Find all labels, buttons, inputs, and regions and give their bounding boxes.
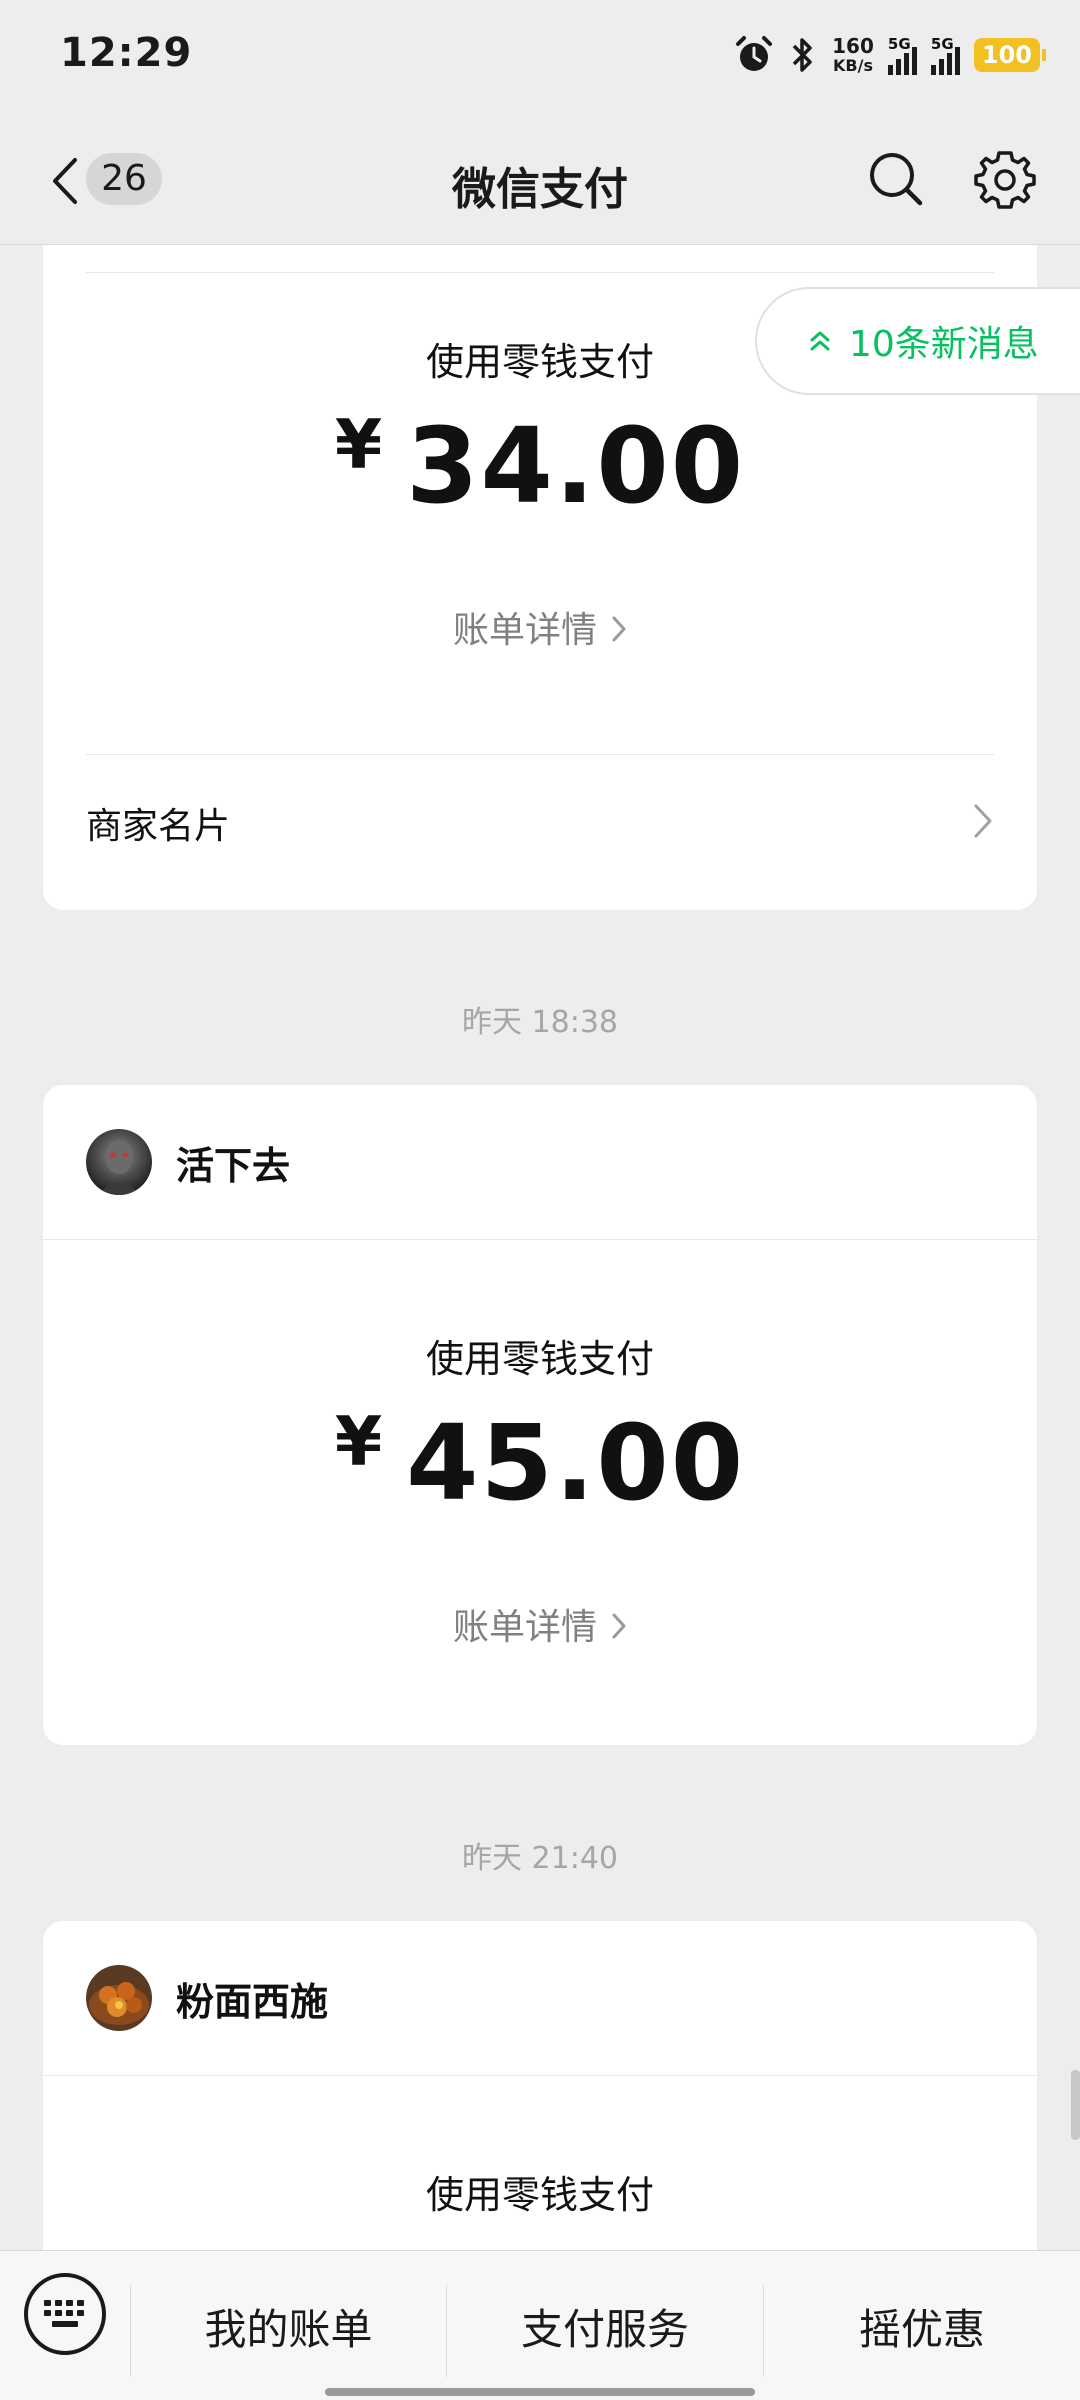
message-timestamp: 昨天 18:38 bbox=[462, 1005, 618, 1040]
merchant-header[interactable]: 活下去 bbox=[43, 1085, 1037, 1240]
settings-button[interactable] bbox=[974, 149, 1036, 211]
new-messages-label: 10条新消息 bbox=[849, 324, 1039, 365]
bill-detail-label: 账单详情 bbox=[452, 1607, 597, 1648]
battery-indicator: 100 bbox=[973, 38, 1047, 72]
status-bar: 12:29 160 KB/s 5G 5G 100 bbox=[0, 0, 1080, 115]
menu-shake-discounts[interactable]: 摇优惠 bbox=[764, 2251, 1080, 2400]
keyboard-icon bbox=[44, 2300, 84, 2327]
keyboard-toggle-button[interactable] bbox=[24, 2273, 106, 2355]
scrollbar-thumb[interactable] bbox=[1071, 2070, 1080, 2140]
status-time: 12:29 bbox=[60, 30, 193, 76]
message-timestamp: 昨天 21:40 bbox=[462, 1841, 618, 1876]
gear-icon bbox=[974, 151, 1036, 209]
bill-detail-link[interactable]: 账单详情 bbox=[43, 601, 1037, 653]
menu-payment-services[interactable]: 支付服务 bbox=[447, 2251, 763, 2400]
alarm-icon bbox=[734, 35, 774, 75]
payment-amount: ¥45.00 bbox=[43, 1402, 1037, 1524]
merchant-card-row[interactable]: 商家名片 bbox=[86, 754, 994, 890]
search-button[interactable] bbox=[866, 149, 926, 209]
sim2-label: 5G bbox=[930, 35, 954, 53]
bill-detail-label: 账单详情 bbox=[452, 610, 597, 651]
bill-detail-link[interactable]: 账单详情 bbox=[43, 1598, 1037, 1650]
payment-card[interactable]: 粉面西施 使用零钱支付 bbox=[43, 1921, 1037, 2250]
currency-symbol: ¥ bbox=[334, 1403, 385, 1482]
merchant-avatar[interactable] bbox=[86, 1965, 152, 2031]
bottom-menu-bar: 我的账单 支付服务 摇优惠 bbox=[0, 2250, 1080, 2400]
network-speed-unit: KB/s bbox=[833, 56, 873, 75]
signal-sim1-icon: 5G bbox=[887, 35, 917, 75]
search-icon bbox=[870, 153, 923, 206]
menu-my-bills[interactable]: 我的账单 bbox=[131, 2251, 446, 2400]
merchant-name: 活下去 bbox=[176, 1143, 291, 1188]
sim1-label: 5G bbox=[887, 35, 911, 53]
merchant-avatar[interactable] bbox=[86, 1129, 152, 1195]
merchant-card-label: 商家名片 bbox=[86, 805, 231, 847]
payment-method-label: 使用零钱支付 bbox=[425, 1337, 654, 1381]
payment-card[interactable]: 活下去 使用零钱支付 ¥45.00 账单详情 bbox=[43, 1085, 1037, 1745]
bluetooth-icon bbox=[788, 35, 818, 75]
payment-amount: ¥34.00 bbox=[43, 405, 1037, 527]
chevron-right-icon bbox=[611, 612, 627, 653]
merchant-name: 粉面西施 bbox=[176, 1979, 329, 2024]
divider bbox=[86, 272, 994, 273]
chevron-right-icon bbox=[611, 1609, 627, 1650]
chevron-right-icon bbox=[972, 801, 994, 845]
amount-value: 34.00 bbox=[406, 405, 746, 527]
message-list[interactable]: 使用零钱支付 ¥34.00 账单详情 商家名片 昨天 18:38 活下去 使用零… bbox=[0, 245, 1080, 2250]
merchant-header[interactable]: 粉面西施 bbox=[43, 1921, 1037, 2076]
nav-bar: 26 微信支付 bbox=[0, 115, 1080, 245]
amount-value: 45.00 bbox=[406, 1402, 746, 1524]
network-speed-value: 160 bbox=[832, 34, 874, 58]
currency-symbol: ¥ bbox=[334, 406, 385, 485]
home-indicator[interactable] bbox=[325, 2388, 755, 2396]
signal-sim2-icon: 5G bbox=[930, 35, 960, 75]
network-speed: 160 KB/s bbox=[832, 36, 874, 74]
status-icons: 160 KB/s 5G 5G 100 bbox=[734, 30, 1047, 80]
payment-method-label: 使用零钱支付 bbox=[425, 2173, 654, 2217]
new-messages-button[interactable]: 10条新消息 bbox=[755, 287, 1080, 395]
double-chevron-up-icon bbox=[810, 331, 830, 351]
